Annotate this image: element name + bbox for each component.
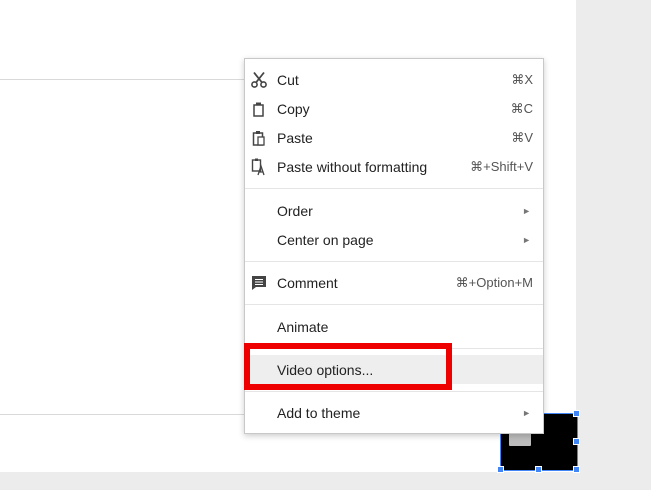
menu-item-copy[interactable]: Copy ⌘C — [245, 94, 543, 123]
menu-item-paste[interactable]: Paste ⌘V — [245, 123, 543, 152]
comment-icon — [249, 273, 269, 293]
resize-handle-sw[interactable] — [497, 466, 504, 473]
menu-item-comment[interactable]: Comment ⌘+Option+M — [245, 268, 543, 297]
menu-item-cut[interactable]: Cut ⌘X — [245, 65, 543, 94]
menu-item-shortcut: ⌘V — [511, 129, 533, 145]
menu-item-shortcut: ⌘+Shift+V — [470, 158, 533, 174]
canvas-gutter-bottom — [0, 472, 576, 490]
resize-handle-se[interactable] — [573, 466, 580, 473]
menu-item-label: Add to theme — [277, 404, 361, 421]
menu-item-label: Animate — [277, 318, 329, 335]
menu-item-shortcut: ⌘X — [511, 71, 533, 87]
resize-handle-e[interactable] — [573, 438, 580, 445]
menu-item-shortcut: ⌘C — [510, 100, 533, 116]
menu-item-shortcut: ⌘+Option+M — [455, 274, 533, 290]
menu-separator — [245, 261, 543, 262]
copy-icon — [249, 99, 269, 119]
paste-plain-icon — [249, 157, 269, 177]
menu-item-label: Paste without formatting — [277, 158, 428, 175]
scissors-icon — [249, 70, 269, 90]
resize-handle-s[interactable] — [535, 466, 542, 473]
submenu-arrow-icon: ► — [522, 205, 531, 216]
menu-item-paste-without-formatting[interactable]: Paste without formatting ⌘+Shift+V — [245, 152, 543, 181]
menu-item-animate[interactable]: Animate — [245, 312, 543, 341]
red-highlight-box — [244, 343, 452, 390]
menu-separator — [245, 188, 543, 189]
menu-item-add-to-theme[interactable]: Add to theme ► — [245, 398, 543, 427]
menu-item-label: Comment — [277, 274, 338, 291]
submenu-arrow-icon: ► — [522, 407, 531, 418]
video-thumbnail-icon — [509, 432, 531, 446]
menu-separator — [245, 304, 543, 305]
menu-item-order[interactable]: Order ► — [245, 196, 543, 225]
menu-separator — [245, 391, 543, 392]
menu-item-label: Paste — [277, 129, 313, 146]
menu-item-label: Order — [277, 202, 313, 219]
menu-item-label: Copy — [277, 100, 310, 117]
slide-guide-top — [0, 79, 244, 80]
slide-guide-bottom — [0, 414, 244, 415]
menu-item-label: Center on page — [277, 231, 374, 248]
paste-icon — [249, 128, 269, 148]
canvas-gutter-right — [576, 0, 651, 490]
resize-handle-ne[interactable] — [573, 410, 580, 417]
submenu-arrow-icon: ► — [522, 234, 531, 245]
menu-item-center-on-page[interactable]: Center on page ► — [245, 225, 543, 254]
menu-item-label: Cut — [277, 71, 299, 88]
